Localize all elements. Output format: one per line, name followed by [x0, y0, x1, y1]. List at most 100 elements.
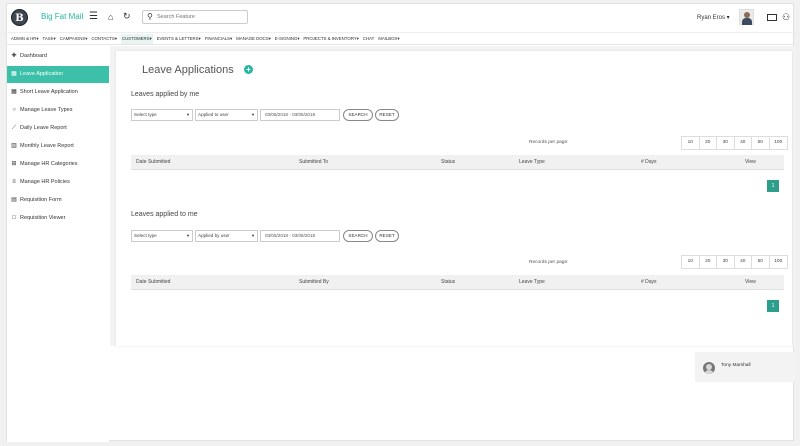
chevron-down-icon: ▼ — [251, 233, 255, 238]
nav-manage-docs[interactable]: MANAGE DOCS▾ — [236, 36, 271, 42]
home-icon: ✚ — [11, 53, 17, 59]
col-status[interactable]: Status — [441, 155, 455, 170]
col-view[interactable]: View — [745, 155, 756, 170]
reset-button[interactable]: RESET — [375, 230, 399, 242]
home-icon[interactable]: ⌂ — [108, 12, 113, 22]
nav-campaigns[interactable]: CAMPAIGNS▾ — [60, 36, 88, 42]
sidebar-item-manage-hr-policies[interactable]: ≡ Manage HR Policies — [7, 174, 109, 191]
section-title-applied-to-me: Leaves applied to me — [131, 211, 198, 218]
page-size-option[interactable]: 40 — [735, 256, 752, 268]
user-avatar[interactable] — [739, 9, 754, 25]
page-size-option[interactable]: 10 — [682, 137, 700, 149]
chevron-down-icon: ▼ — [251, 112, 255, 117]
line-chart-icon: ⟋ — [11, 125, 17, 131]
nav-customers[interactable]: CUSTOMERS▾ — [120, 33, 153, 44]
top-bar: B Big Fat Mail ☰ ⌂ ↻ ⚲ Ryan Eros ▾ ⚇ — [7, 4, 793, 31]
applied-by-user-select[interactable]: Applied by user ▼ — [195, 230, 258, 242]
chat-contact-item[interactable]: Tony Marshall — [695, 352, 795, 382]
sidebar-item-short-leave-application[interactable]: ▦ Short Leave Application — [7, 84, 109, 101]
sidebar-item-label: Monthly Leave Report — [20, 143, 74, 149]
sidebar-item-label: Daily Leave Report — [20, 125, 67, 131]
feature-search: ⚲ — [142, 10, 248, 24]
page-size-option[interactable]: 20 — [700, 256, 717, 268]
chevron-down-icon: ▼ — [186, 233, 190, 238]
users-icon[interactable]: ⚇ — [782, 13, 790, 22]
search-button[interactable]: SEARCH — [343, 109, 373, 121]
nav-projects-inventory[interactable]: PROJECTS & INVENTORY▾ — [303, 36, 358, 42]
nav-e-signing[interactable]: E-SIGNING▾ — [275, 36, 300, 42]
sidebar-item-manage-leave-types[interactable]: ○ Manage Leave Types — [7, 102, 109, 119]
nav-financials[interactable]: FINANCIALS▾ — [205, 36, 233, 42]
page-size-option[interactable]: 20 — [700, 137, 717, 149]
file-icon: ▤ — [11, 197, 17, 203]
user-menu[interactable]: Ryan Eros ▾ — [697, 14, 730, 21]
nav-contacts[interactable]: CONTACTS▾ — [91, 36, 117, 42]
date-range-input[interactable]: 03/05/2018 - 03/05/2018 — [260, 109, 340, 121]
table-header: Date Submitted Submitted To Status Leave… — [131, 155, 784, 170]
bar-chart-icon: ▥ — [11, 143, 17, 149]
sidebar-item-requisition-viewer[interactable]: □ Requisition Viewer — [7, 210, 109, 227]
calendar-icon: ▦ — [11, 71, 17, 77]
hamburger-menu-icon[interactable]: ☰ — [89, 12, 98, 22]
records-per-page-label: Records per page: — [529, 140, 569, 145]
date-range-input[interactable]: 03/05/2018 - 03/05/2018 — [260, 230, 340, 242]
col-status[interactable]: Status — [441, 275, 455, 290]
sidebar-item-daily-leave-report[interactable]: ⟋ Daily Leave Report — [7, 120, 109, 137]
search-button[interactable]: SEARCH — [343, 230, 373, 242]
sidebar-item-monthly-leave-report[interactable]: ▥ Monthly Leave Report — [7, 138, 109, 155]
page-size-option[interactable]: 50 — [752, 137, 770, 149]
col-leave-type[interactable]: Leave Type — [519, 155, 545, 170]
section-title-applied-by-me: Leaves applied by me — [131, 91, 200, 98]
sidebar-item-label: Short Leave Application — [20, 89, 78, 95]
sidebar: ✚ Dashboard ▦ Leave Application ▦ Short … — [7, 46, 109, 442]
nav-mailbox[interactable]: MAILBOX▾ — [378, 36, 399, 42]
col-submitted-by[interactable]: Submitted By — [299, 275, 329, 290]
type-select[interactable]: Select type ▼ — [131, 109, 193, 121]
sidebar-item-label: Requisition Form — [20, 197, 62, 203]
col-view[interactable]: View — [745, 275, 756, 290]
page-size-option[interactable]: 40 — [735, 137, 752, 149]
reset-button[interactable]: RESET — [375, 109, 399, 121]
nav-chat[interactable]: CHAT — [363, 36, 374, 41]
type-select[interactable]: Select type ▼ — [131, 230, 193, 242]
sidebar-item-requisition-form[interactable]: ▤ Requisition Form — [7, 192, 109, 209]
brand-name[interactable]: Big Fat Mail — [41, 12, 83, 21]
nav-task[interactable]: TASK▾ — [43, 36, 56, 42]
page-size-option[interactable]: 30 — [717, 256, 735, 268]
pagination-page-1[interactable]: 1 — [767, 300, 779, 312]
col-days[interactable]: # Days — [641, 155, 657, 170]
chat-contact-name: Tony Marshall — [721, 363, 751, 368]
col-date-submitted[interactable]: Date Submitted — [136, 275, 170, 290]
page-size-option[interactable]: 100 — [770, 137, 788, 149]
tags-icon: ⊞ — [11, 161, 17, 167]
page-size-option[interactable]: 100 — [770, 256, 788, 268]
page-title: Leave Applications — [142, 64, 234, 76]
col-date-submitted[interactable]: Date Submitted — [136, 155, 170, 170]
sidebar-item-label: Manage HR Policies — [20, 179, 70, 185]
sidebar-item-dashboard[interactable]: ✚ Dashboard — [7, 48, 109, 65]
applied-to-user-select[interactable]: Applied to user ▼ — [195, 109, 258, 121]
chevron-down-icon: ▼ — [186, 112, 190, 117]
sidebar-item-leave-application[interactable]: ▦ Leave Application — [7, 66, 109, 83]
add-leave-icon[interactable]: + — [244, 65, 253, 74]
contact-card-icon[interactable] — [767, 14, 777, 21]
col-leave-type[interactable]: Leave Type — [519, 275, 545, 290]
logo[interactable]: B — [11, 9, 28, 26]
circle-icon: ○ — [12, 107, 16, 113]
col-days[interactable]: # Days — [641, 275, 657, 290]
records-per-page-selector: 10 20 30 40 50 100 — [681, 255, 788, 269]
page-size-option[interactable]: 50 — [752, 256, 770, 268]
page-size-option[interactable]: 30 — [717, 137, 735, 149]
sidebar-item-label: Requisition Viewer — [20, 215, 66, 221]
col-submitted-to[interactable]: Submitted To — [299, 155, 328, 170]
pagination-page-1[interactable]: 1 — [767, 180, 779, 192]
sidebar-item-manage-hr-categories[interactable]: ⊞ Manage HR Categories — [7, 156, 109, 173]
nav-admin-hr[interactable]: ADMIN & HR▾ — [11, 36, 39, 42]
page-size-option[interactable]: 10 — [682, 256, 700, 268]
search-input[interactable] — [157, 12, 245, 22]
sidebar-item-label: Leave Application — [20, 71, 64, 77]
refresh-icon[interactable]: ↻ — [123, 11, 131, 21]
nav-events-letters[interactable]: EVENTS & LETTERS▾ — [157, 36, 201, 42]
contact-avatar — [703, 362, 715, 374]
search-icon: ⚲ — [147, 12, 153, 21]
